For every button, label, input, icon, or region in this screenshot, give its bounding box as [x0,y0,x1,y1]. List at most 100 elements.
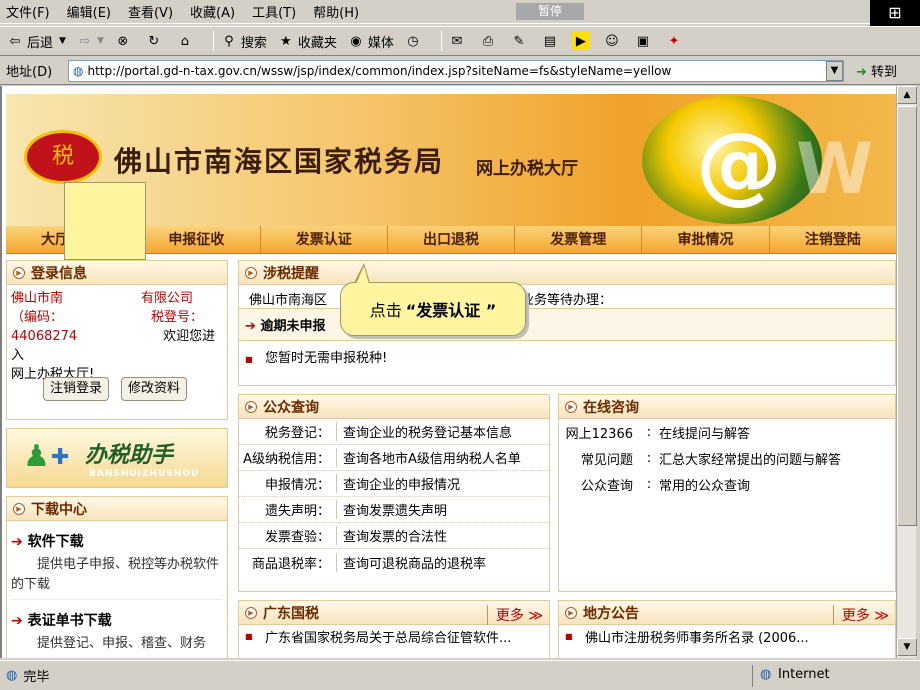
print-button[interactable]: ⎙ [479,32,500,50]
download-panel: ▶ 下载中心 ➔ 软件下载 提供电子申报、税控等办税软件的下载 ➔ 表证单书下载 … [6,496,228,658]
nav-declaration[interactable]: 申报征收 [133,226,261,253]
nav-invoice-certification[interactable]: 发票认证 [261,226,388,253]
overdue-item: ■ 您暂时无需申报税种! [245,351,388,366]
instruction-callout: 点击 “发票认证 ” [340,282,526,336]
forward-button[interactable]: ⇨ ▼ [76,32,103,50]
toolbar-divider [440,31,442,51]
menu-favorites[interactable]: 收藏(A) [190,2,235,21]
public-query-panel: ▶ 公众查询 税务登记： 查询企业的税务登记基本信息 A级纳税信用： 查询各地市A级信… [238,394,550,592]
search-button[interactable]: ⚲ 搜索 [220,32,267,51]
menu-edit[interactable]: 编辑(E) [67,2,111,21]
consult-row[interactable]: 网上12366: 在线提问与解答 [559,419,895,445]
download-item[interactable]: ➔ 表证单书下载 [11,610,223,630]
refresh-icon: ↻ [148,33,160,49]
player-button[interactable]: ▶ [571,32,593,50]
media-button[interactable]: ◉ 媒体 [347,32,394,51]
query-row[interactable]: A级纳税信用： 查询各地市A级信用纳税人名单 [239,445,549,471]
mail-button[interactable]: ✉ [448,32,469,50]
arrow-icon: ➔ [245,319,256,334]
menu-file[interactable]: 文件(F) [6,2,50,21]
translate-button[interactable]: ✦ [665,32,686,50]
nav-logout[interactable]: 注销登陆 [770,226,896,253]
messenger-button[interactable]: ☺ [603,32,624,50]
arrow-icon: ➔ [11,534,23,550]
home-icon: ⌂ [180,33,189,49]
consult-row[interactable]: 常见问题: 汇总大家经常提出的问题与解答 [559,445,895,471]
bullet-icon: ▶ [565,400,577,413]
consult-header: ▶ 在线咨询 [559,395,895,419]
vertical-scrollbar[interactable]: ▲ ▼ [896,86,917,658]
assistant-figure-icon: ♟ [23,439,50,474]
back-arrow-icon: ⇦ [9,33,21,49]
go-arrow-icon: ➜ [856,65,867,80]
research-button[interactable]: ▣ [634,32,655,50]
status-text: 完毕 [23,670,50,685]
stop-button[interactable]: ⊗ [114,32,135,50]
bullet-icon: ▶ [565,606,577,619]
assistant-arrow-icon: ✚ [51,445,70,470]
bullet-icon: ■ [245,355,253,364]
status-bar: ◍ 完毕 ◍ Internet [0,660,920,690]
query-row[interactable]: 遗失声明： 查询发票遗失声明 [239,497,549,523]
home-button[interactable]: ⌂ [176,32,197,50]
globe-at-icon: @ [642,96,822,224]
notice-header: ▶ 地方公告 更多 ≫ [559,601,895,625]
news-item[interactable]: ■ 广东省国家税务局关于总局综合征管软件... [239,625,549,647]
pause-indicator: 暂停 [516,3,584,20]
page-icon: ◍ [73,64,84,78]
download-item[interactable]: ➔ 软件下载 [11,531,223,551]
site-subtitle: 网上办税大厅 [476,159,578,179]
scroll-down-icon[interactable]: ▼ [897,638,917,656]
address-input[interactable]: ◍ http://portal.gd-n-tax.gov.cn/wssw/jsp… [68,60,844,82]
consult-row[interactable]: 公众查询: 常用的公众查询 [559,471,895,497]
local-notice-panel: ▶ 地方公告 更多 ≫ ■ 佛山市注册税务师事务所名录 (2006... [558,600,896,658]
address-dropdown-icon[interactable]: ▼ [826,61,843,81]
bullet-icon: ▶ [245,266,257,279]
assistant-title: 办税助手 [85,443,174,468]
history-button[interactable]: ◷ [404,32,425,50]
messenger-icon: ☺ [605,33,619,49]
menu-help[interactable]: 帮助(H) [313,2,359,21]
more-link[interactable]: 更多 ≫ [486,605,543,625]
back-button[interactable]: ⇦ 后退 ▼ [6,32,66,51]
more-link[interactable]: 更多 ≫ [832,605,889,625]
go-button[interactable]: ➜ 转到 [856,61,897,80]
scroll-up-icon[interactable]: ▲ [897,86,917,104]
print-icon: ⎙ [482,33,494,49]
overdue-header: ➔ 逾期未申报 [239,309,895,341]
scroll-thumb[interactable] [897,106,917,526]
query-row[interactable]: 申报情况： 查询企业的申报情况 [239,471,549,497]
query-row[interactable]: 商品退税率： 查询可退税商品的退税率 [239,549,549,575]
mail-icon: ✉ [451,33,463,49]
discuss-button[interactable]: ▤ [541,32,562,50]
nav-invoice-management[interactable]: 发票管理 [515,226,643,253]
logout-button[interactable]: 注销登录 [43,377,110,401]
gd-tax-header: ▶ 广东国税 更多 ≫ [239,601,549,625]
address-url: http://portal.gd-n-tax.gov.cn/wssw/jsp/i… [87,64,672,78]
bullet-icon: ■ [245,631,253,641]
query-row[interactable]: 发票查验： 查询发票的合法性 [239,523,549,549]
bullet-icon: ■ [565,631,573,641]
query-row[interactable]: 税务登记： 查询企业的税务登记基本信息 [239,419,549,445]
forward-arrow-icon: ⇨ [79,33,91,49]
menu-bar: 文件(F) 编辑(E) 查看(V) 收藏(A) 工具(T) 帮助(H) [0,0,920,24]
favorites-button[interactable]: ★ 收藏夹 [277,32,337,51]
nav-export-rebate[interactable]: 出口退税 [388,226,516,253]
banner-watermark: W [796,128,874,210]
news-item[interactable]: ■ 佛山市注册税务师事务所名录 (2006... [559,625,895,647]
media-icon: ◉ [350,33,362,49]
menu-tools[interactable]: 工具(T) [252,2,296,21]
reminder-header: ▶ 涉税提醒 [239,261,895,285]
toolbar: ⇦ 后退 ▼ ⇨ ▼ ⊗ ↻ ⌂ ⚲ 搜索 ★ 收藏夹 ◉ 媒体 ◷ ✉ ⎙ ✎ ▤ ▶ ☺… [0,26,920,56]
menu-view[interactable]: 查看(V) [128,2,173,21]
search-icon: ⚲ [224,33,234,49]
status-divider [752,665,753,687]
page-done-icon: ◍ [6,668,18,683]
gd-tax-panel: ▶ 广东国税 更多 ≫ ■ 广东省国家税务局关于总局综合征管软件... [238,600,550,658]
nav-approval-status[interactable]: 审批情况 [642,226,770,253]
stop-icon: ⊗ [117,33,129,49]
edit-profile-button[interactable]: 修改资料 [121,377,188,401]
refresh-button[interactable]: ↻ [145,32,166,50]
tax-assistant-banner[interactable]: ♟ ✚ 办税助手 BANSHUIZHUSHOU [6,428,228,488]
edit-page-button[interactable]: ✎ [510,32,531,50]
